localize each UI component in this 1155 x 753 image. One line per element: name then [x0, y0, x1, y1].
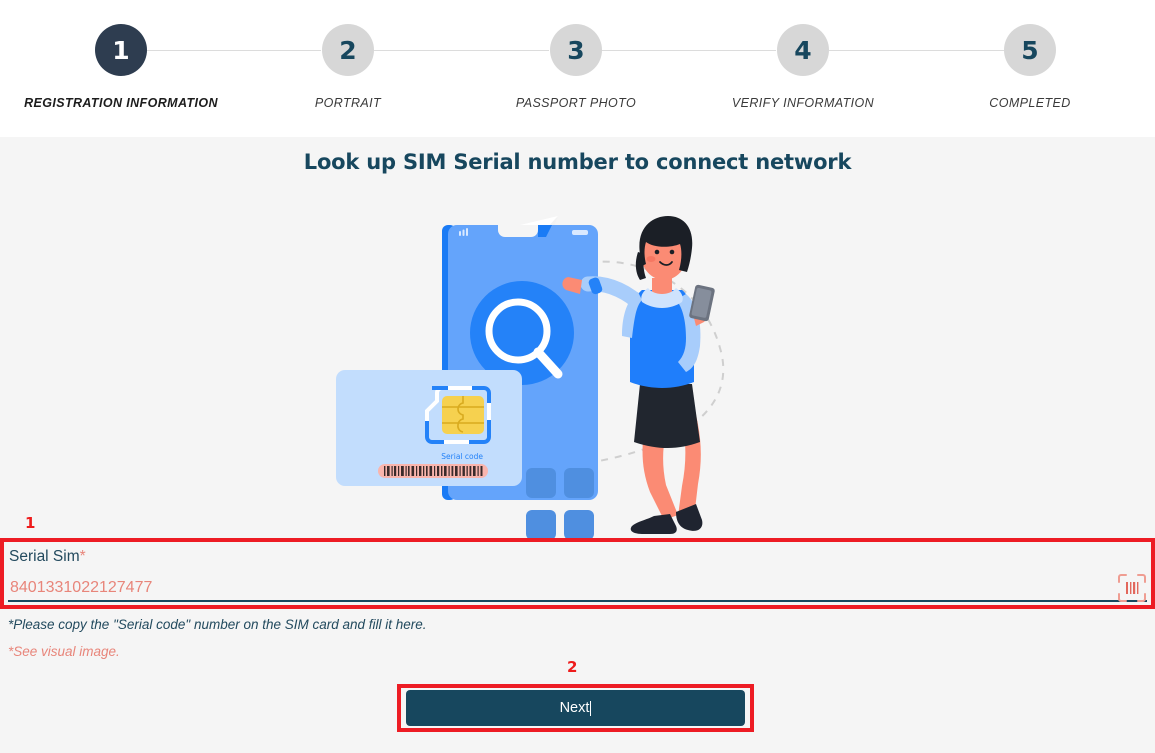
- stepper-connector-2-3: [374, 50, 549, 51]
- stepper-step-5[interactable]: 5 COMPLETED: [920, 0, 1140, 110]
- next-button-label: Next: [559, 700, 590, 716]
- step-4-label: VERIFY INFORMATION: [731, 96, 875, 110]
- serial-sim-field-group: Serial Sim*: [0, 538, 1155, 609]
- stepper-step-2[interactable]: 2 PORTRAIT: [238, 0, 458, 110]
- step-4-circle[interactable]: 4: [777, 24, 829, 76]
- helper-text-secondary: *See visual image.: [8, 644, 120, 659]
- serial-sim-label-text: Serial Sim: [9, 548, 80, 565]
- step-5-circle[interactable]: 5: [1004, 24, 1056, 76]
- step-3-circle[interactable]: 3: [550, 24, 602, 76]
- step-3-label: PASSPORT PHOTO: [515, 96, 637, 110]
- step-1-circle[interactable]: 1: [95, 24, 147, 76]
- stepper-header: 1 REGISTRATION INFORMATION 2 PORTRAIT 3 …: [0, 0, 1155, 137]
- sim-card-serial-code-label: Serial code: [441, 452, 483, 461]
- stepper-step-4[interactable]: 4 VERIFY INFORMATION: [693, 0, 913, 110]
- stepper-connector-3-4: [601, 50, 776, 51]
- step-2-circle[interactable]: 2: [322, 24, 374, 76]
- barcode-scan-icon[interactable]: [1116, 572, 1148, 604]
- stepper-connector-4-5: [829, 50, 1004, 51]
- serial-sim-input[interactable]: [8, 574, 1092, 602]
- sim-serial-lookup-illustration: Serial code: [320, 198, 780, 540]
- text-caret: [590, 700, 592, 716]
- helper-text-primary: *Please copy the "Serial code" number on…: [8, 617, 427, 632]
- annotation-badge-1: 1: [25, 514, 36, 532]
- next-button[interactable]: Next: [406, 690, 745, 726]
- page-title: Look up SIM Serial number to connect net…: [303, 150, 852, 174]
- serial-sim-label: Serial Sim*: [9, 548, 86, 566]
- required-asterisk: *: [79, 548, 86, 565]
- stepper-step-3[interactable]: 3 PASSPORT PHOTO: [466, 0, 686, 110]
- stepper-step-1[interactable]: 1 REGISTRATION INFORMATION: [11, 0, 231, 110]
- step-2-label: PORTRAIT: [314, 96, 382, 110]
- stepper-connector-1-2: [147, 50, 321, 51]
- annotation-badge-2: 2: [567, 658, 578, 676]
- step-5-label: COMPLETED: [989, 96, 1071, 110]
- step-1-label: REGISTRATION INFORMATION: [24, 96, 218, 110]
- serial-sim-underline: [8, 600, 1147, 602]
